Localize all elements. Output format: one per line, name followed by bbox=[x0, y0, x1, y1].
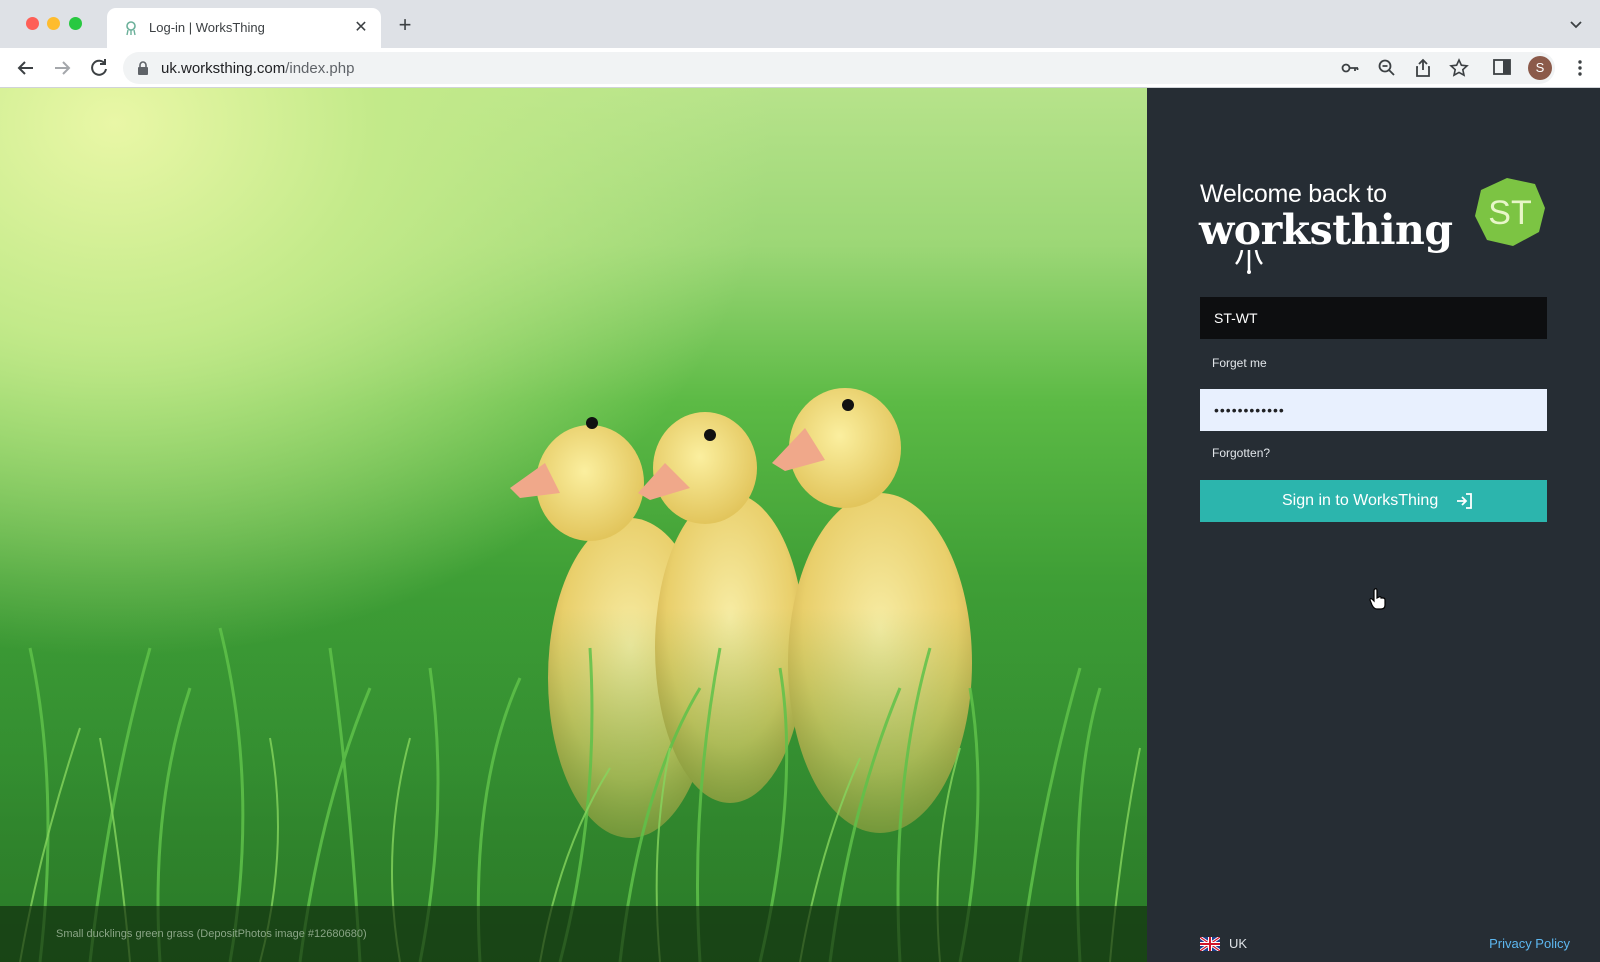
uk-flag-icon bbox=[1200, 937, 1220, 951]
url-text: uk.worksthing.com/index.php bbox=[161, 60, 355, 77]
close-icon[interactable]: ✕ bbox=[351, 18, 371, 38]
star-icon[interactable] bbox=[1449, 58, 1469, 78]
st-logo-text: ST bbox=[1488, 194, 1532, 232]
back-arrow-icon[interactable] bbox=[14, 56, 38, 80]
username-field[interactable] bbox=[1200, 297, 1547, 339]
close-window-button[interactable] bbox=[26, 17, 39, 30]
forget-me-link[interactable]: Forget me bbox=[1212, 356, 1267, 370]
browser-chrome: Log-in | WorksThing ✕ + uk.worksthing.co… bbox=[0, 0, 1600, 88]
ducklings-grass-image bbox=[0, 388, 1147, 962]
share-icon[interactable] bbox=[1413, 58, 1433, 78]
kebab-menu-icon[interactable] bbox=[1570, 58, 1590, 78]
lock-icon bbox=[138, 61, 148, 75]
privacy-policy-link[interactable]: Privacy Policy bbox=[1489, 936, 1570, 951]
browser-toolbar: uk.worksthing.com/index.php S bbox=[0, 48, 1600, 88]
maximize-window-button[interactable] bbox=[69, 17, 82, 30]
minimize-window-button[interactable] bbox=[47, 17, 60, 30]
worksthing-logo: worksthing bbox=[1199, 206, 1453, 254]
tab-login[interactable]: Log-in | WorksThing ✕ bbox=[107, 8, 381, 48]
side-panel-icon[interactable] bbox=[1492, 57, 1512, 77]
cursor-hand-icon bbox=[1369, 588, 1386, 610]
page-content: Small ducklings green grass (DepositPhot… bbox=[0, 88, 1600, 962]
photo-caption: Small ducklings green grass (DepositPhot… bbox=[56, 928, 367, 940]
forward-arrow-icon[interactable] bbox=[50, 56, 74, 80]
key-icon[interactable] bbox=[1340, 58, 1360, 78]
address-bar[interactable]: uk.worksthing.com/index.php bbox=[123, 52, 1555, 84]
sign-in-label: Sign in to WorksThing bbox=[1282, 492, 1439, 509]
tab-title: Log-in | WorksThing bbox=[149, 20, 265, 35]
hero-photo-ducklings: Small ducklings green grass (DepositPhot… bbox=[0, 88, 1147, 962]
login-panel: Welcome back to worksthing ST Forget me … bbox=[1147, 88, 1600, 962]
new-tab-button[interactable]: + bbox=[394, 14, 416, 36]
sign-in-button[interactable]: Sign in to WorksThing bbox=[1200, 480, 1547, 522]
forgotten-password-link[interactable]: Forgotten? bbox=[1212, 446, 1270, 460]
photo-caption-bar: Small ducklings green grass (DepositPhot… bbox=[0, 906, 1147, 962]
welcome-heading: Welcome back to bbox=[1200, 180, 1387, 208]
password-field[interactable] bbox=[1200, 389, 1547, 431]
sign-in-icon bbox=[1457, 493, 1472, 509]
worksthing-favicon-icon bbox=[126, 21, 136, 36]
reload-icon[interactable] bbox=[87, 56, 111, 80]
zoom-icon[interactable] bbox=[1377, 58, 1397, 78]
chevron-down-icon[interactable] bbox=[1568, 16, 1584, 32]
locale-selector[interactable]: UK bbox=[1229, 936, 1247, 951]
worksthing-logo-tentacles-icon bbox=[1235, 250, 1263, 274]
avatar[interactable]: S bbox=[1528, 56, 1552, 80]
